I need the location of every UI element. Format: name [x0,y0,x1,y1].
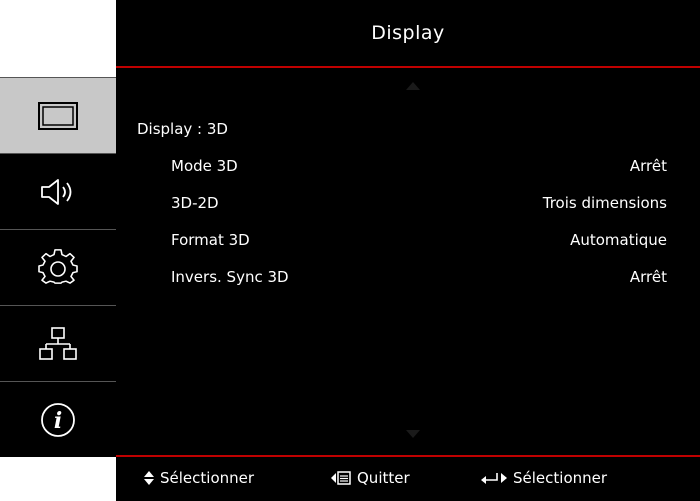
network-icon [39,326,77,360]
menu-row-mode-3d[interactable]: Mode 3D Arrêt [116,157,700,187]
menu-row-value: Arrêt [629,268,667,286]
hint-quit: Quitter [330,469,410,487]
hint-enter: Sélectionner [480,469,607,487]
sidebar-item-network[interactable] [0,305,116,381]
page-title: Display [371,22,445,44]
menu-row-value: Arrêt [629,157,667,175]
sidebar: i [0,77,116,461]
hint-enter-label: Sélectionner [513,469,608,487]
menu-row-value: Automatique [570,231,667,249]
hint-select-label: Sélectionner [160,469,255,487]
menu-row-value: Trois dimensions [542,194,667,212]
gear-icon [38,248,78,284]
menu-row-label: Format 3D [171,231,250,249]
title-bar: Display [116,0,700,66]
up-down-arrows-icon [144,471,154,485]
section-header: Display : 3D [116,120,700,150]
hint-select: Sélectionner [143,469,254,487]
menu-row-label: 3D-2D [171,194,219,212]
speaker-icon [41,178,72,205]
sidebar-item-display[interactable] [0,77,116,153]
enter-right-icon [481,473,507,484]
info-icon: i [41,402,75,437]
sidebar-item-audio[interactable] [0,153,116,229]
hint-quit-label: Quitter [357,469,410,487]
scroll-down-arrow-icon[interactable] [406,430,420,438]
footer-hints: Sélectionner Quitter Sélectionner [116,457,700,501]
sidebar-item-settings[interactable] [0,229,116,305]
menu-row-3d-2d[interactable]: 3D-2D Trois dimensions [116,194,700,224]
section-title: Display : 3D [137,120,228,138]
menu-content: Display : 3D Mode 3D Arrêt 3D-2D Trois d… [116,68,700,455]
menu-row-label: Invers. Sync 3D [171,268,289,286]
menu-row-format-3d[interactable]: Format 3D Automatique [116,231,700,261]
svg-text:i: i [54,408,62,434]
display-icon [38,101,78,130]
menu-row-invers-sync-3d[interactable]: Invers. Sync 3D Arrêt [116,268,700,298]
menu-row-label: Mode 3D [171,157,238,175]
scroll-up-arrow-icon[interactable] [406,82,420,90]
sidebar-item-info[interactable]: i [0,381,116,457]
back-menu-icon [331,471,351,485]
